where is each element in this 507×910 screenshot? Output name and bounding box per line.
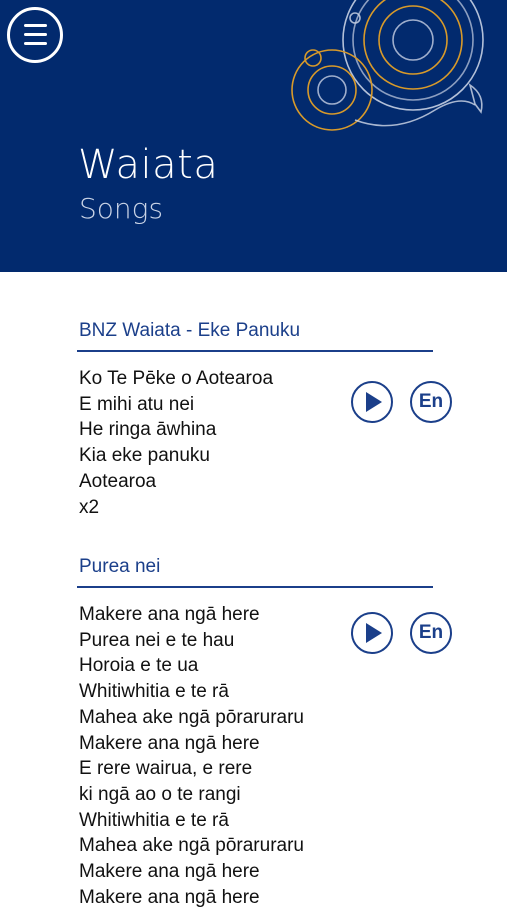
translate-english-button[interactable]: En (410, 381, 452, 423)
translate-english-button[interactable]: En (410, 612, 452, 654)
lyric-line: Makere ana ngā here (79, 861, 260, 883)
song-title: Purea nei (77, 556, 433, 588)
hamburger-menu-icon[interactable] (7, 7, 63, 63)
lyric-line: E rere wairua, e rere (79, 758, 253, 780)
play-button[interactable] (351, 612, 393, 654)
play-button[interactable] (351, 381, 393, 423)
page-header: Waiata Songs (0, 0, 507, 272)
lyric-line: Aotearoa (79, 470, 157, 492)
song-card: Purea nei Makere ana ngā here Purea nei … (77, 556, 433, 910)
lyric-line: Makere ana ngā here (79, 886, 260, 908)
page-subtitle: Songs (79, 192, 164, 225)
decorative-koru-graphic (291, 0, 484, 131)
play-icon (366, 392, 382, 412)
lyric-line: Horoia e te ua (79, 655, 199, 677)
translate-label: En (418, 622, 444, 643)
lyric-line: ki ngā ao o te rangi (79, 783, 241, 805)
lyric-line: Mahea ake ngā pōraruraru (79, 706, 304, 728)
lyric-line: Whitiwhitia e te rā (79, 681, 229, 703)
lyric-line: Makere ana ngā here (79, 732, 260, 754)
lyric-line: x2 (79, 496, 100, 518)
translate-label: En (418, 391, 444, 412)
song-title: BNZ Waiata - Eke Panuku (77, 320, 433, 352)
lyric-line: Mahea ake ngā pōraruraru (79, 835, 304, 857)
play-icon (366, 623, 382, 643)
lyric-line: Kia eke panuku (79, 445, 210, 467)
page-title: Waiata (78, 142, 219, 188)
lyric-line: Whitiwhitia e te rā (79, 809, 229, 831)
